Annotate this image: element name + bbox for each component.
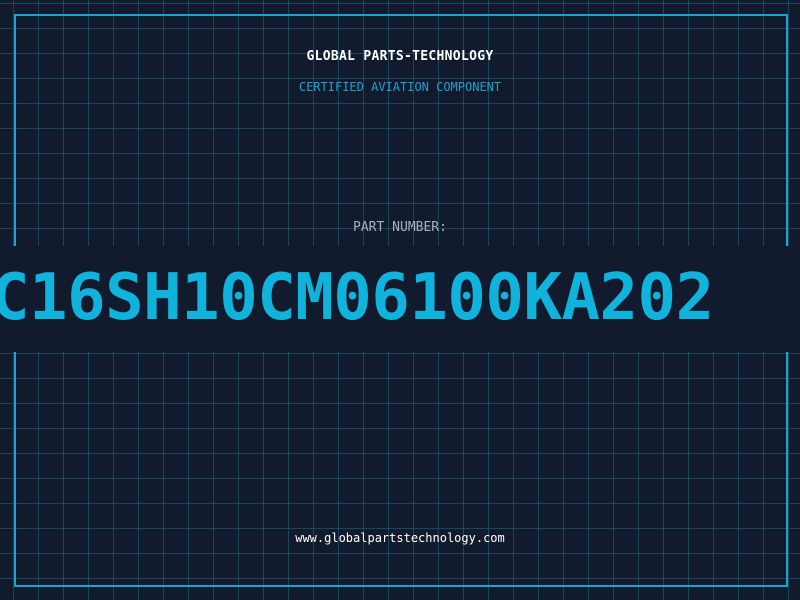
certification-tagline: CERTIFIED AVIATION COMPONENT (298, 80, 502, 94)
part-number-band: C16SH10CM06100KA202 (0, 246, 800, 352)
company-name: GLOBAL PARTS-TECHNOLOGY (306, 49, 494, 64)
part-number-label: PART NUMBER: (353, 220, 447, 235)
part-number-value: C16SH10CM06100KA202 (0, 261, 714, 335)
part-label-card: GLOBAL PARTS-TECHNOLOGY CERTIFIED AVIATI… (0, 0, 800, 600)
website-url: www.globalpartstechnology.com (295, 531, 505, 545)
